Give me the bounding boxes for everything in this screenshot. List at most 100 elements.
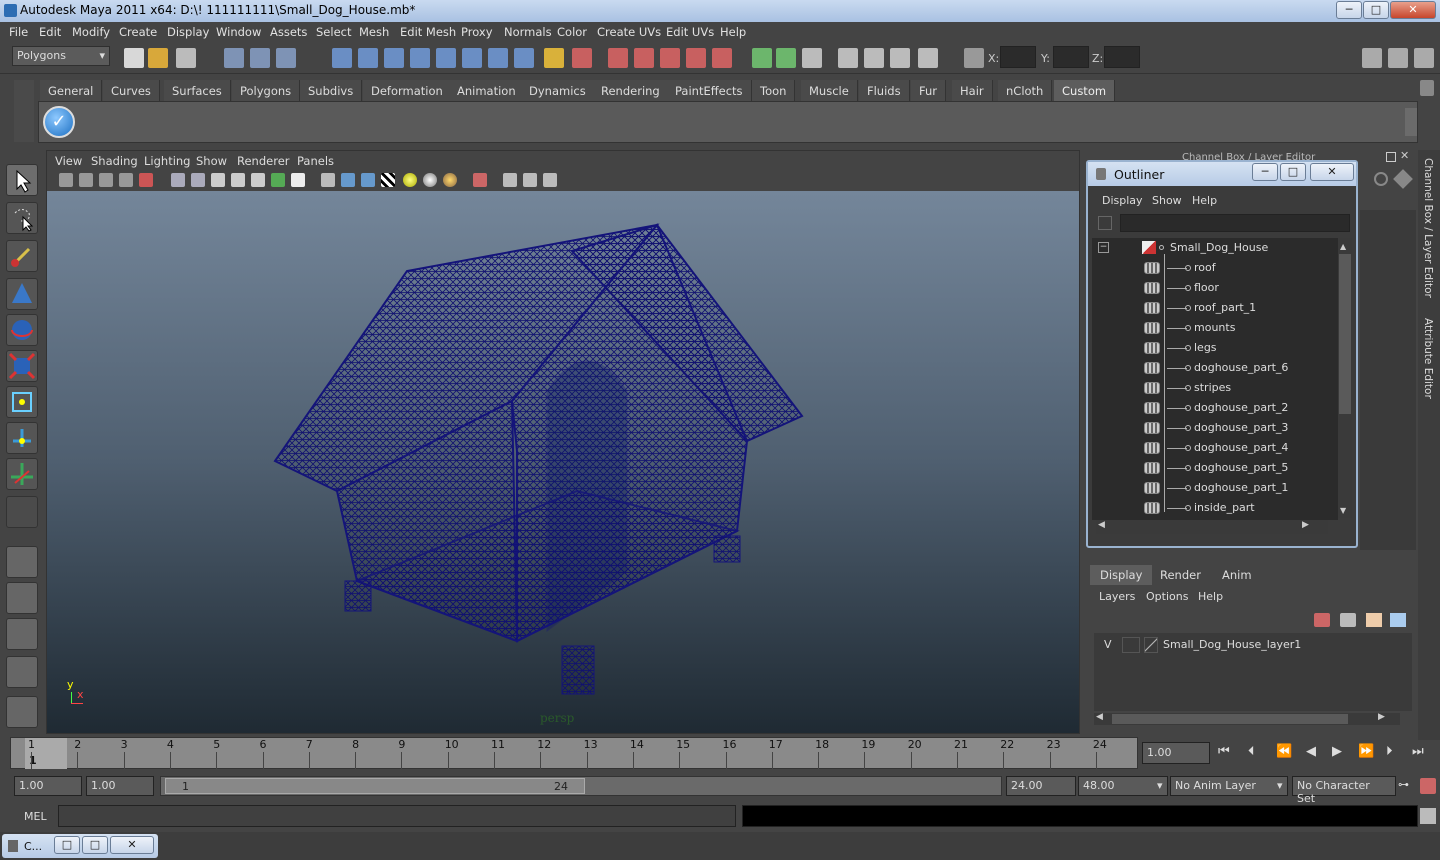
outliner-item[interactable]: mounts	[1092, 318, 1332, 338]
outliner-maximize-button[interactable]: □	[1280, 163, 1306, 181]
playback-end-field[interactable]: 24.00	[1006, 776, 1076, 796]
layer-color-swatch[interactable]	[1144, 637, 1158, 653]
shelf-tab-animation[interactable]: Animation	[449, 80, 525, 101]
layer-scroll-left-icon[interactable]: ◀	[1096, 712, 1103, 722]
outliner-item[interactable]: doghouse_part_2	[1092, 398, 1332, 418]
outliner-item[interactable]: roof	[1092, 258, 1332, 278]
film-gate-icon[interactable]	[191, 173, 205, 187]
outliner-close-button[interactable]: ✕	[1310, 163, 1354, 181]
show-attribute-editor-icon[interactable]	[1362, 48, 1382, 68]
viewport-menu-show[interactable]: Show	[196, 154, 227, 168]
scroll-up-icon[interactable]: ▲	[1340, 242, 1346, 251]
isolate-select-icon[interactable]	[473, 173, 487, 187]
shelf-tab-polygons[interactable]: Polygons	[232, 80, 301, 101]
graph-editor-layout-icon[interactable]	[6, 656, 38, 688]
character-set-dropdown[interactable]: No Character Set	[1292, 776, 1396, 805]
scroll-thumb[interactable]	[1339, 254, 1351, 414]
shelf-options-handle[interactable]	[14, 80, 34, 142]
trash-icon[interactable]	[1420, 80, 1434, 96]
universal-manipulator-icon[interactable]	[6, 386, 38, 418]
play-backward-icon[interactable]: ◀	[1306, 744, 1316, 759]
camera-select-icon[interactable]	[59, 173, 73, 187]
highlight-selection-icon[interactable]	[572, 48, 592, 68]
menu-assets[interactable]: Assets	[270, 25, 307, 39]
layer-type-toggle[interactable]	[1122, 637, 1140, 653]
menu-select[interactable]: Select	[316, 25, 351, 39]
select-object-icon[interactable]	[250, 48, 270, 68]
select-joint-icon[interactable]	[358, 48, 378, 68]
scroll-left-icon[interactable]: ◀	[1098, 520, 1105, 530]
shelf-tab-ncloth[interactable]: nCloth	[998, 80, 1053, 101]
camera-attributes-icon[interactable]	[79, 173, 93, 187]
viewport-menu-renderer[interactable]: Renderer	[237, 154, 290, 168]
rotate-tool-icon[interactable]	[6, 314, 38, 346]
snap-view-plane-icon[interactable]	[686, 48, 706, 68]
render-frame-icon[interactable]	[864, 48, 884, 68]
outliner-title-bar[interactable]: Outliner ─ □ ✕	[1088, 162, 1356, 186]
range-slider-handle[interactable]: 1 24	[165, 778, 585, 794]
show-tool-settings-icon[interactable]	[1388, 48, 1408, 68]
lasso-tool-icon[interactable]	[6, 202, 38, 234]
new-layer-selected-icon[interactable]	[1390, 613, 1406, 627]
script-editor-icon[interactable]	[1420, 808, 1436, 824]
xray-icon[interactable]	[503, 173, 517, 187]
outliner-item[interactable]: doghouse_part_1	[1092, 478, 1332, 498]
outliner-menu-help[interactable]: Help	[1192, 194, 1217, 207]
layer-tab-display[interactable]: Display	[1090, 565, 1153, 585]
mel-command-input[interactable]	[58, 805, 736, 827]
safe-title-icon[interactable]	[291, 173, 305, 187]
outliner-item[interactable]: legs	[1092, 338, 1332, 358]
layer-visibility-toggle[interactable]: V	[1104, 638, 1112, 651]
wireframe-on-shaded-icon[interactable]	[361, 173, 375, 187]
gate-mask-icon[interactable]	[231, 173, 245, 187]
scroll-right-icon[interactable]: ▶	[1302, 520, 1309, 530]
animation-start-field[interactable]: 1.00	[14, 776, 82, 796]
close-window-button[interactable]: ✕	[110, 836, 154, 854]
new-scene-icon[interactable]	[124, 48, 144, 68]
select-handle-icon[interactable]	[332, 48, 352, 68]
maximize-window-button[interactable]: □	[82, 836, 108, 854]
shelf-tab-rendering[interactable]: Rendering	[593, 80, 669, 101]
shelf-tab-surfaces[interactable]: Surfaces	[164, 80, 231, 101]
outliner-layout-icon[interactable]	[6, 618, 38, 650]
animation-end-field[interactable]: 48.00 ▾	[1078, 776, 1168, 796]
layer-menu-help[interactable]: Help	[1198, 590, 1223, 603]
viewport-menu-shading[interactable]: Shading	[91, 154, 138, 168]
step-back-frame-icon[interactable]: ⏴	[1248, 744, 1255, 759]
shelf-tab-muscle[interactable]: Muscle	[801, 80, 858, 101]
move-layer-up-icon[interactable]	[1314, 613, 1330, 627]
play-forward-icon[interactable]: ▶	[1332, 744, 1342, 759]
menu-normals[interactable]: Normals	[504, 25, 552, 39]
select-hierarchy-icon[interactable]	[224, 48, 244, 68]
menu-create[interactable]: Create	[119, 25, 157, 39]
select-surface-icon[interactable]	[410, 48, 430, 68]
select-misc-icon[interactable]	[514, 48, 534, 68]
layer-menu-layers[interactable]: Layers	[1099, 590, 1135, 603]
outliner-item[interactable]: doghouse_part_6	[1092, 358, 1332, 378]
outliner-menu-display[interactable]: Display	[1102, 194, 1143, 207]
layer-scroll-right-icon[interactable]: ▶	[1378, 712, 1385, 722]
shelf-tab-fur[interactable]: Fur	[911, 80, 947, 101]
current-time-field[interactable]: 1.00	[1142, 742, 1210, 764]
menu-color[interactable]: Color	[557, 25, 587, 39]
lock-selection-icon[interactable]	[544, 48, 564, 68]
shelf-tab-painteffects[interactable]: PaintEffects	[667, 80, 752, 101]
render-settings-icon[interactable]	[918, 48, 938, 68]
menu-edit-mesh[interactable]: Edit Mesh	[400, 25, 456, 39]
outliner-item[interactable]: stripes	[1092, 378, 1332, 398]
step-forward-frame-icon[interactable]: ⏵	[1386, 744, 1393, 759]
new-layer-icon[interactable]	[1366, 613, 1382, 627]
default-light-icon[interactable]	[403, 173, 417, 187]
wireframe-shading-icon[interactable]	[321, 173, 335, 187]
y-input[interactable]	[1053, 46, 1089, 68]
menu-mesh[interactable]: Mesh	[359, 25, 389, 39]
snap-curve-icon[interactable]	[634, 48, 654, 68]
menu-set-dropdown[interactable]: Polygons ▾	[12, 46, 110, 66]
snap-grid-icon[interactable]	[608, 48, 628, 68]
go-to-end-icon[interactable]: ⏭	[1412, 744, 1424, 759]
animation-preferences-icon[interactable]	[1420, 778, 1436, 794]
layer-horizontal-scrollbar[interactable]: ◀ ▶	[1094, 712, 1400, 725]
go-to-start-icon[interactable]: ⏮	[1218, 744, 1230, 759]
viewport-menu-panels[interactable]: Panels	[297, 154, 334, 168]
soft-modification-icon[interactable]	[6, 422, 38, 454]
